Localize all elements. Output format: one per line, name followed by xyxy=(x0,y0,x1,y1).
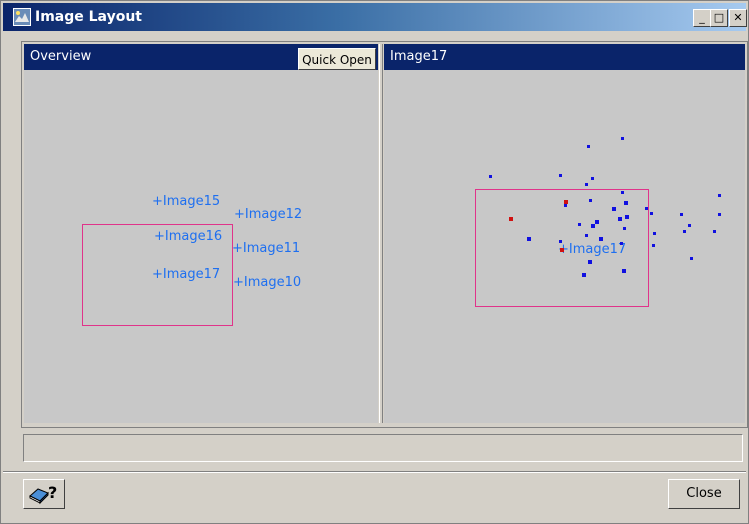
feature-point xyxy=(653,232,656,235)
maximize-button[interactable]: □ xyxy=(710,9,728,27)
overview-pane: Overview Quick Open +Image15 +Image12 +I… xyxy=(24,44,378,423)
detail-image-label: +Image17 xyxy=(558,242,627,257)
feature-point xyxy=(622,269,626,273)
feature-point xyxy=(718,194,721,197)
detail-title: Image17 xyxy=(390,49,448,64)
feature-point xyxy=(582,273,586,277)
feature-point xyxy=(620,242,623,245)
app-icon xyxy=(13,8,31,26)
feature-point xyxy=(591,224,595,228)
feature-point xyxy=(587,145,590,148)
feature-point xyxy=(588,260,592,264)
feature-point xyxy=(618,217,622,221)
feature-point xyxy=(559,174,562,177)
feature-point xyxy=(564,204,567,207)
feature-point xyxy=(585,234,588,237)
help-question-mark: ? xyxy=(48,483,58,502)
feature-point xyxy=(645,207,648,210)
feature-point xyxy=(652,244,655,247)
feature-point xyxy=(713,230,716,233)
title-bar[interactable]: Image Layout _ □ ✕ xyxy=(3,3,747,31)
overview-image-label[interactable]: +Image12 xyxy=(234,207,302,222)
overview-canvas[interactable]: +Image15 +Image12 +Image16 +Image11 +Ima… xyxy=(24,70,378,423)
pane-splitter[interactable] xyxy=(379,44,383,423)
feature-point xyxy=(621,137,624,140)
feature-point-red xyxy=(509,217,513,221)
overview-title: Overview xyxy=(30,49,92,64)
feature-point xyxy=(625,215,629,219)
overview-image-label[interactable]: +Image11 xyxy=(232,241,300,256)
feature-point xyxy=(683,230,686,233)
help-book-icon xyxy=(29,488,49,505)
close-window-button[interactable]: ✕ xyxy=(729,9,747,27)
overview-image-label[interactable]: +Image15 xyxy=(152,194,220,209)
feature-point xyxy=(599,237,603,241)
feature-point-red xyxy=(564,200,568,204)
status-bar xyxy=(23,434,743,462)
feature-point xyxy=(527,237,531,241)
quick-open-button[interactable]: Quick Open xyxy=(298,48,376,70)
feature-point xyxy=(624,201,628,205)
overview-image-label[interactable]: +Image10 xyxy=(233,275,301,290)
feature-point xyxy=(650,212,653,215)
footer-separator xyxy=(3,471,746,473)
feature-point xyxy=(559,240,562,243)
feature-point xyxy=(612,207,616,211)
overview-header: Overview Quick Open xyxy=(24,44,378,70)
window-title: Image Layout xyxy=(35,9,142,25)
feature-point-red xyxy=(560,248,564,252)
feature-point xyxy=(680,213,683,216)
detail-pane: Image17 +Image17 xyxy=(384,44,745,423)
maximize-icon: □ xyxy=(713,11,725,24)
detail-canvas[interactable]: +Image17 xyxy=(384,70,745,423)
close-icon: ✕ xyxy=(733,11,743,24)
minimize-icon: _ xyxy=(699,11,705,24)
feature-point xyxy=(718,213,721,216)
panes-frame: Overview Quick Open +Image15 +Image12 +I… xyxy=(21,41,748,428)
feature-point xyxy=(578,223,581,226)
close-button[interactable]: Close xyxy=(668,479,740,509)
detail-header: Image17 xyxy=(384,44,745,70)
help-button[interactable]: ? xyxy=(23,479,65,509)
feature-point xyxy=(489,175,492,178)
feature-point xyxy=(585,183,588,186)
feature-point xyxy=(623,227,626,230)
feature-point xyxy=(589,199,592,202)
feature-point xyxy=(621,191,624,194)
feature-point xyxy=(591,177,594,180)
feature-point xyxy=(690,257,693,260)
minimize-button[interactable]: _ xyxy=(693,9,711,27)
viewport-rectangle[interactable] xyxy=(82,224,233,326)
feature-point xyxy=(688,224,691,227)
image-layout-window: Image Layout _ □ ✕ Overview Quick Open +… xyxy=(0,0,749,524)
feature-point xyxy=(595,220,599,224)
